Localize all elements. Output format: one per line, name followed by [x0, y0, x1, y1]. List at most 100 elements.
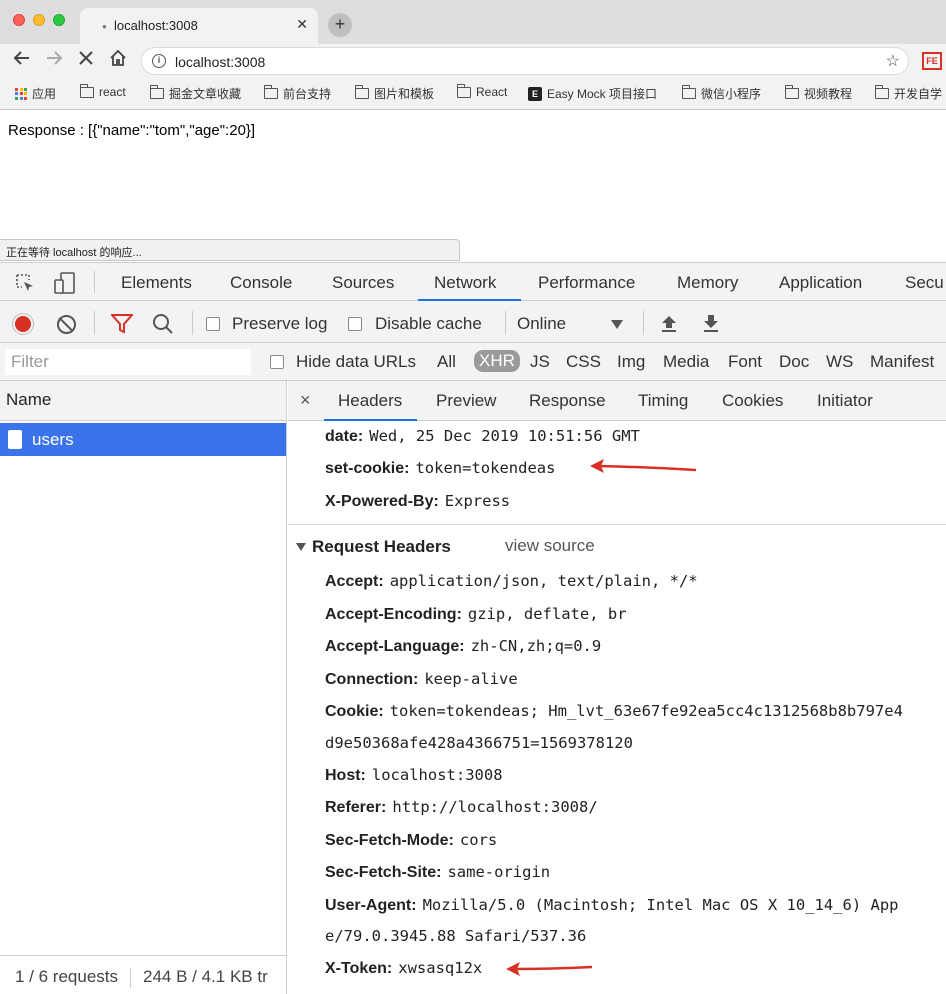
disable-cache-checkbox[interactable] [348, 317, 362, 331]
type-filter-xhr[interactable]: XHR [474, 350, 520, 372]
address-bar[interactable]: i localhost:3008 ☆ [141, 47, 909, 75]
type-filter-media[interactable]: Media [663, 352, 709, 372]
type-filter-img[interactable]: Img [617, 352, 645, 372]
site-info-icon[interactable]: i [152, 54, 166, 68]
header-row: Accept-Encoding: gzip, deflate, br [325, 605, 627, 624]
export-har-icon[interactable] [701, 313, 721, 336]
bookmark-easy-mock[interactable]: E Easy Mock 项目接口 [528, 85, 657, 102]
header-key: X-Powered-By: [325, 493, 439, 510]
tab-console[interactable]: Console [230, 273, 292, 293]
address-url[interactable]: localhost:3008 [175, 54, 265, 70]
bookmark-folder[interactable]: React [456, 83, 507, 99]
minimize-window-icon[interactable] [33, 14, 45, 26]
type-filter-doc[interactable]: Doc [779, 352, 809, 372]
bookmark-label: Easy Mock 项目接口 [547, 87, 658, 101]
tab-security[interactable]: Secu [905, 273, 944, 293]
divider [94, 311, 95, 335]
folder-icon [784, 85, 799, 99]
loading-spinner-icon: ● [102, 22, 107, 31]
folder-icon [263, 85, 278, 99]
header-row: Host: localhost:3008 [325, 766, 503, 785]
bookmarks-bar: 应用 react 掘金文章收藏 前台支持 图片和模板 React E Easy M… [0, 78, 946, 110]
header-value: zh-CN,zh;q=0.9 [470, 637, 602, 655]
section-title: Request Headers [312, 537, 451, 556]
new-tab-button[interactable]: + [328, 13, 352, 37]
inspect-element-icon[interactable] [14, 272, 34, 292]
header-value-continued: e/79.0.3945.88 Safari/537.36 [325, 927, 587, 945]
bookmark-folder[interactable]: 微信小程序 [681, 85, 761, 102]
search-icon[interactable] [152, 313, 174, 338]
bookmark-folder[interactable]: 视频教程 [784, 85, 852, 102]
tab-headers[interactable]: Headers [338, 391, 402, 411]
request-list: Name users 1 / 6 requests 244 B / 4.1 KB … [0, 381, 287, 994]
bookmark-label: 应用 [32, 87, 57, 101]
tab-sources[interactable]: Sources [332, 273, 394, 293]
fe-extension-icon[interactable]: FE [922, 52, 942, 70]
header-row: X-Powered-By: Express [325, 492, 510, 511]
tab-network[interactable]: Network [434, 273, 496, 293]
throttling-select[interactable]: Online [517, 314, 566, 334]
home-icon[interactable] [106, 49, 130, 72]
detail-tab-bar: × Headers Preview Response Timing Cookie… [288, 381, 946, 421]
header-value: token=tokendeas [415, 459, 556, 477]
forward-icon[interactable] [42, 49, 66, 72]
hide-data-urls-checkbox[interactable] [270, 355, 284, 369]
header-value: same-origin [447, 863, 551, 881]
type-filter-js[interactable]: JS [530, 352, 550, 372]
bookmark-star-icon[interactable]: ☆ [886, 51, 900, 71]
header-value: xwsasq12x [398, 959, 483, 977]
tab-elements[interactable]: Elements [121, 273, 192, 293]
bookmark-folder[interactable]: react [79, 83, 126, 99]
header-row: Sec-Fetch-Site: same-origin [325, 863, 550, 882]
preserve-log-checkbox[interactable] [206, 317, 220, 331]
close-icon[interactable]: × [300, 390, 311, 411]
type-filter-all[interactable]: All [437, 352, 456, 372]
bookmark-folder[interactable]: 掘金文章收藏 [149, 85, 241, 102]
tab-cookies[interactable]: Cookies [722, 391, 783, 411]
filter-input[interactable] [5, 349, 251, 375]
type-filter-css[interactable]: CSS [566, 352, 601, 372]
close-window-icon[interactable] [13, 14, 25, 26]
stop-loading-icon[interactable] [74, 49, 98, 72]
annotation-arrow-icon [590, 459, 697, 473]
request-row[interactable]: users [0, 423, 286, 456]
header-row: Referer: http://localhost:3008/ [325, 798, 598, 817]
device-toolbar-icon[interactable] [54, 272, 75, 294]
type-filter-manifest[interactable]: Manifest [870, 352, 934, 372]
maximize-window-icon[interactable] [53, 14, 65, 26]
header-key: Accept-Encoding: [325, 606, 462, 623]
filter-icon[interactable] [109, 314, 135, 337]
tab-close-icon[interactable]: ✕ [296, 16, 308, 33]
request-headers-section[interactable]: Request Headers [296, 537, 451, 557]
clear-icon[interactable] [57, 315, 76, 334]
bookmark-apps[interactable]: 应用 [15, 85, 56, 102]
request-name: users [32, 429, 74, 449]
tab-performance[interactable]: Performance [538, 273, 635, 293]
header-row: Cookie: token=tokendeas; Hm_lvt_63e67fe92… [325, 702, 903, 721]
tab-initiator[interactable]: Initiator [817, 391, 873, 411]
header-value: keep-alive [424, 670, 518, 688]
back-icon[interactable] [10, 49, 34, 72]
tab-preview[interactable]: Preview [436, 391, 496, 411]
type-filter-font[interactable]: Font [728, 352, 762, 372]
type-filter-ws[interactable]: WS [826, 352, 853, 372]
header-row: User-Agent: Mozilla/5.0 (Macintosh; Intel… [325, 896, 898, 915]
import-har-icon[interactable] [659, 313, 679, 336]
bookmark-folder[interactable]: 图片和模板 [354, 85, 434, 102]
divider [505, 311, 506, 335]
document-icon [8, 430, 22, 449]
preserve-log-label: Preserve log [232, 314, 328, 333]
tab-application[interactable]: Application [779, 273, 862, 293]
divider [94, 271, 95, 293]
tab-memory[interactable]: Memory [677, 273, 738, 293]
tab-timing[interactable]: Timing [638, 391, 688, 411]
browser-tab[interactable]: ● localhost:3008 ✕ [80, 8, 318, 44]
view-source-link[interactable]: view source [505, 536, 595, 556]
record-button[interactable] [13, 314, 33, 334]
bookmark-folder[interactable]: 前台支持 [263, 85, 331, 102]
tab-response[interactable]: Response [529, 391, 606, 411]
header-row: X-Token: xwsasq12x [325, 959, 482, 978]
bookmark-folder[interactable]: 开发自学 [874, 85, 942, 102]
chevron-down-icon[interactable] [611, 320, 623, 329]
name-column-header[interactable]: Name [0, 381, 286, 421]
